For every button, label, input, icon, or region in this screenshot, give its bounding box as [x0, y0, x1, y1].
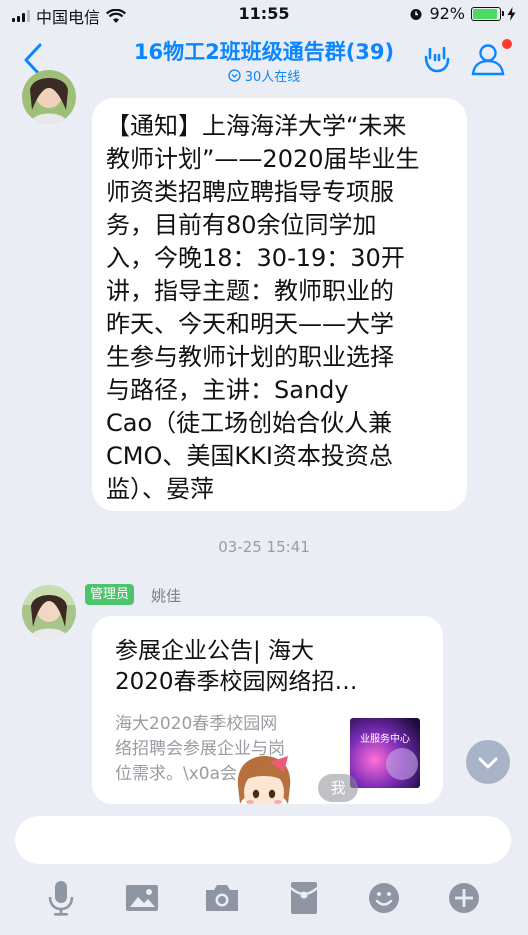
article-title: 参展企业公告| 海大 2020春季校园网络招… [115, 636, 425, 698]
sender-avatar[interactable] [22, 585, 76, 639]
chevron-down-circle-icon [228, 69, 241, 82]
emoji-icon [369, 883, 399, 913]
me-label[interactable]: 我 [318, 774, 358, 802]
notice-text-line: 监）、晏萍 [106, 475, 214, 503]
chat-header: 16物工2班班级通告群(39) 30人在线 [0, 30, 528, 88]
notice-text-line: CMO、美国KKI资本投资总 [106, 442, 393, 470]
chevron-down-icon [478, 757, 498, 769]
notice-message-text: 【通知】上海海洋大学“未来 教师计划”——2020届毕业生 师资类招聘应聘指导专项服… [106, 110, 453, 506]
plus-icon [449, 883, 479, 913]
charging-icon [507, 6, 516, 21]
article-title-line: 参展企业公告| 海大 [115, 638, 315, 664]
input-toolbar [0, 878, 528, 922]
hand-gesture-icon [424, 46, 450, 73]
notice-text-line: 【通知】上海海洋大学“未来 [106, 112, 407, 140]
scroll-to-bottom-button[interactable] [466, 740, 510, 784]
notice-message-bubble[interactable]: 【通知】上海海洋大学“未来 教师计划”——2020届毕业生 师资类招聘应聘指导专项服… [92, 98, 467, 511]
notice-text-line: 生参与教师计划的职业选择 [106, 343, 394, 371]
battery-fill [473, 8, 497, 19]
microphone-icon [48, 881, 74, 916]
article-description-line: 位需求。\x0a会… [115, 764, 255, 784]
image-button[interactable] [122, 878, 162, 918]
notice-text-line: 务，目前有80余位同学加 [106, 211, 377, 239]
battery-icon [471, 6, 504, 21]
camera-button[interactable] [202, 878, 242, 918]
online-count: 30人在线 [244, 70, 301, 85]
status-right: 92% [409, 4, 516, 23]
battery-percent: 92% [429, 4, 465, 23]
camera-icon [206, 885, 238, 911]
red-packet-icon [290, 882, 318, 914]
alarm-icon [410, 8, 422, 20]
notice-text-line: 与路径，主讲：Sandy [106, 376, 349, 404]
notice-text-line: 入，今晚18：30-19：30开 [106, 244, 405, 272]
avatar-image [22, 585, 76, 639]
message-input[interactable] [15, 816, 511, 864]
thumbnail-caption: 业服务中心 [360, 732, 410, 745]
input-bar [0, 804, 528, 935]
notice-text-line: 教师计划”——2020届毕业生 [106, 145, 420, 173]
image-icon [126, 885, 158, 911]
notification-dot [502, 39, 512, 49]
article-description: 海大2020春季校园网 络招聘会参展企业与岗 位需求。\x0a会… [115, 712, 335, 787]
sender-avatar[interactable] [22, 70, 76, 124]
more-button[interactable] [444, 878, 484, 918]
sender-name[interactable]: 姚佳 [151, 585, 181, 606]
article-description-line: 海大2020春季校园网 [115, 714, 278, 734]
group-members-button[interactable] [470, 42, 506, 76]
notice-text-line: 师资类招聘应聘指导专项服 [106, 178, 394, 206]
person-icon [471, 44, 505, 76]
article-title-line: 2020春季校园网络招… [115, 669, 358, 695]
notice-text-line: 讲，指导主题：教师职业的 [106, 277, 394, 305]
notice-text-line: Cao（徒工场创始合伙人兼 [106, 409, 393, 437]
notice-text-line: 昨天、今天和明天——大学 [106, 310, 394, 338]
article-thumbnail: 业服务中心 [350, 718, 420, 788]
avatar-image [22, 70, 76, 124]
red-packet-button[interactable] [284, 878, 324, 918]
admin-badge: 管理员 [85, 584, 135, 605]
message-timestamp: 03-25 15:41 [218, 538, 310, 556]
voice-button[interactable] [41, 878, 81, 918]
emoji-button[interactable] [364, 878, 404, 918]
hand-gesture-button[interactable] [422, 44, 452, 74]
status-bar: 中国电信 11:55 92% [0, 0, 528, 30]
article-description-line: 络招聘会参展企业与岗 [115, 739, 285, 759]
